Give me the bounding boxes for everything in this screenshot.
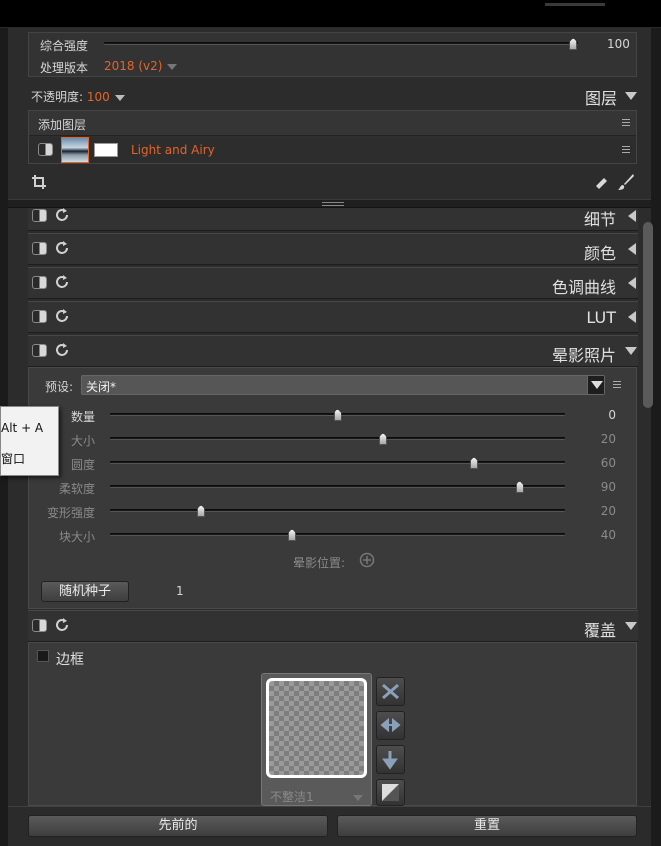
- overall-strength-label: 综合强度: [40, 39, 89, 53]
- texture-name: 不整洁1: [270, 790, 314, 804]
- panel-overlay-title: 覆盖: [583, 621, 616, 640]
- border-checkbox[interactable]: [37, 650, 49, 662]
- collapse-triangle-icon[interactable]: [625, 622, 637, 630]
- chevron-down-icon[interactable]: [353, 795, 363, 801]
- flip-horizontal-icon: [380, 717, 401, 733]
- panel-lut-toggle[interactable]: [32, 310, 47, 323]
- overall-strength-value: 100: [607, 37, 630, 51]
- reset-icon[interactable]: [54, 274, 70, 290]
- panel-detail-toggle[interactable]: [32, 209, 47, 222]
- brush-icon[interactable]: [617, 173, 635, 191]
- panel-overlay-toggle[interactable]: [32, 619, 47, 632]
- process-version-value: 2018 (v2): [104, 59, 163, 73]
- top-bar-accent: [545, 3, 605, 6]
- reset-icon[interactable]: [54, 617, 70, 633]
- panel-vignette-toggle[interactable]: [32, 344, 47, 357]
- vignette-position-label: 晕影位置:: [293, 556, 346, 570]
- texture-thumbnail[interactable]: [266, 678, 367, 778]
- drag-handle-icon[interactable]: [322, 202, 344, 206]
- panel-overlay[interactable]: 覆盖: [28, 610, 638, 642]
- chevron-down-icon: [114, 94, 125, 101]
- border-label: 边框: [56, 652, 84, 668]
- process-version-label: 处理版本: [40, 61, 89, 75]
- slider-value: 40: [600, 528, 616, 542]
- preset-value: 关闭*: [86, 380, 117, 394]
- panel-color-title: 颜色: [583, 244, 616, 263]
- random-seed-value: 1: [176, 584, 184, 598]
- menu-icon[interactable]: [622, 119, 630, 126]
- flip-vertical-button[interactable]: [376, 745, 405, 774]
- expand-triangle-icon[interactable]: [628, 210, 636, 222]
- slider-value: 20: [600, 432, 616, 446]
- preset-select[interactable]: [81, 375, 605, 395]
- slider-value: 60: [600, 456, 616, 470]
- random-seed-button[interactable]: 随机种子: [41, 581, 129, 602]
- eraser-icon[interactable]: [594, 174, 610, 190]
- layer-row[interactable]: [29, 137, 636, 163]
- collapse-triangle-icon[interactable]: [625, 92, 637, 100]
- preset-menu-icon[interactable]: [613, 381, 621, 388]
- reset-icon[interactable]: [54, 342, 70, 358]
- layer-mask[interactable]: [94, 143, 118, 157]
- add-layer-row[interactable]: [29, 111, 636, 136]
- reset-button[interactable]: 重置: [337, 815, 637, 837]
- remove-texture-button[interactable]: [376, 677, 405, 706]
- layers-title: 图层: [585, 89, 618, 108]
- panel-tone-curve-toggle[interactable]: [32, 276, 47, 289]
- panel-lut-title: LUT: [586, 308, 616, 327]
- add-layer-label: 添加图层: [38, 118, 87, 132]
- panel-tone-curve[interactable]: 色调曲线: [28, 267, 638, 299]
- panel-vignette-title: 晕影照片: [551, 346, 616, 365]
- chevron-down-icon: [591, 381, 603, 389]
- diagonal-square-icon: [382, 784, 399, 801]
- tooltip: Alt + A 窗口: [0, 406, 59, 476]
- arrow-down-icon: [382, 751, 398, 770]
- shuffle-icon: [382, 683, 399, 700]
- panel-vignette[interactable]: 晕影照片: [28, 335, 638, 367]
- layer-name: Light and Airy: [131, 143, 215, 157]
- collapse-triangle-icon[interactable]: [625, 347, 637, 355]
- panel-lut[interactable]: LUT: [28, 301, 638, 333]
- scrollbar-thumb[interactable]: [643, 222, 653, 408]
- process-version-dropdown[interactable]: 2018 (v2): [104, 59, 178, 73]
- layer-visibility-toggle[interactable]: [38, 143, 53, 156]
- menu-icon[interactable]: [622, 146, 630, 153]
- tooltip-window: 窗口: [1, 452, 26, 466]
- opacity-label: 不透明度:: [31, 90, 84, 104]
- crop-icon[interactable]: [31, 174, 47, 190]
- previous-button[interactable]: 先前的: [28, 815, 328, 837]
- reset-icon[interactable]: [54, 308, 70, 324]
- opacity-control[interactable]: 不透明度: 100: [31, 88, 125, 105]
- reset-icon[interactable]: [54, 207, 70, 223]
- preset-dropdown-button[interactable]: [587, 376, 604, 394]
- reset-icon[interactable]: [54, 240, 70, 256]
- preset-label: 预设:: [45, 380, 74, 394]
- tooltip-shortcut: Alt + A: [1, 421, 44, 435]
- slider-value: 0: [608, 408, 616, 422]
- flip-horizontal-button[interactable]: [376, 711, 405, 740]
- expand-triangle-icon[interactable]: [628, 243, 636, 255]
- expand-triangle-icon[interactable]: [628, 277, 636, 289]
- panel-color-toggle[interactable]: [32, 242, 47, 255]
- slider-value: 20: [600, 504, 616, 518]
- opacity-value: 100: [86, 90, 110, 104]
- panel-tone-curve-title: 色调曲线: [551, 278, 616, 297]
- panel-detail-title: 细节: [583, 210, 616, 229]
- layer-thumbnail[interactable]: [61, 137, 89, 163]
- panel-color[interactable]: 颜色: [28, 233, 638, 265]
- chevron-down-icon: [167, 63, 178, 70]
- rotate-button[interactable]: [376, 779, 405, 806]
- slider-value: 90: [600, 480, 616, 494]
- overall-strength-track[interactable]: [104, 42, 578, 45]
- expand-triangle-icon[interactable]: [628, 311, 636, 323]
- add-position-icon[interactable]: [359, 552, 375, 568]
